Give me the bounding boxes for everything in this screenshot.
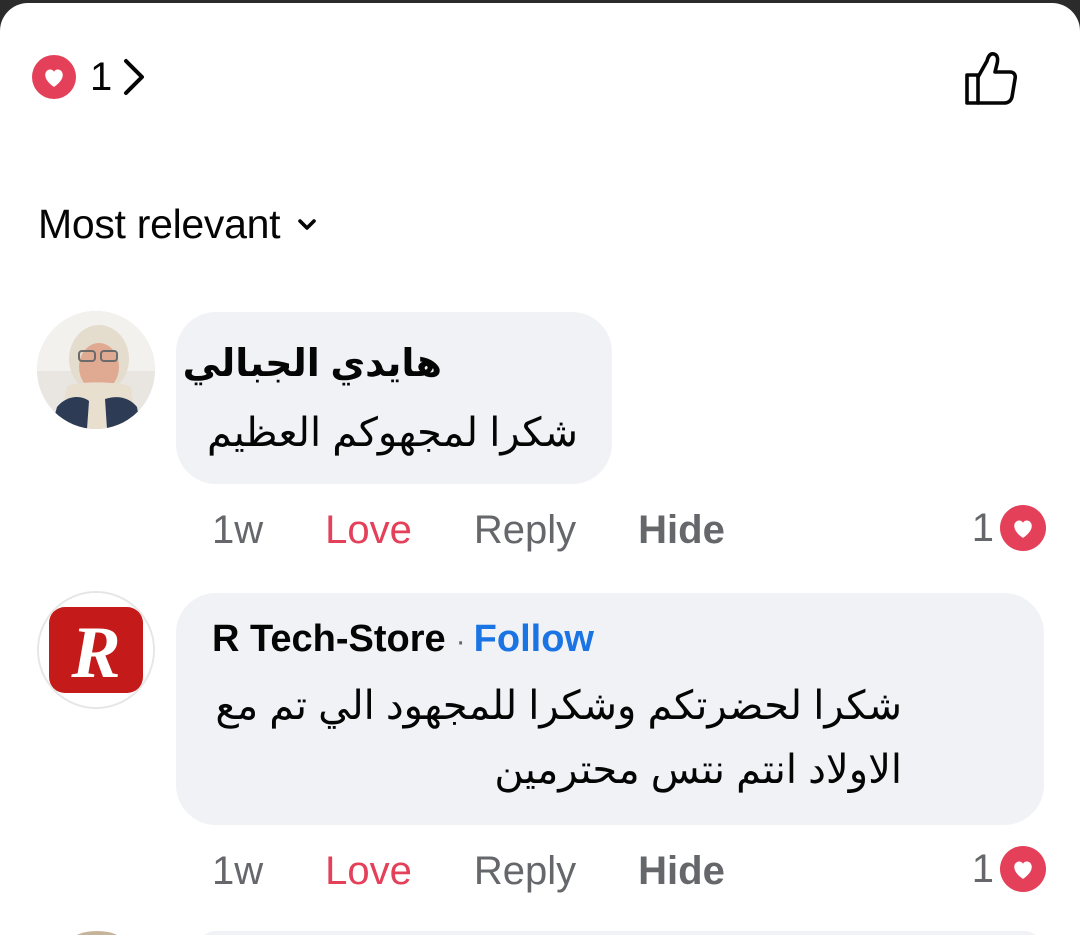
reaction-summary-button[interactable]: 1: [32, 51, 148, 103]
chevron-down-icon: [298, 219, 317, 230]
reply-button[interactable]: Reply: [474, 508, 576, 553]
separator-dot: ·: [455, 625, 466, 658]
reaction-count: 1: [90, 54, 113, 99]
comment-author-line: R Tech-Store · Follow: [212, 618, 594, 661]
comment-text-line: شكرا لمجهوكم العظيم: [206, 411, 578, 455]
heart-icon: [32, 55, 76, 99]
follow-button[interactable]: Follow: [474, 618, 594, 660]
comment-reaction-count: 1: [971, 505, 994, 550]
like-button[interactable]: [955, 43, 1025, 113]
hide-button[interactable]: Hide: [638, 849, 725, 894]
comment-text-line: الاولاد انتم نتس محترمين: [494, 748, 902, 792]
comment-author[interactable]: هايدي الجبالي: [183, 341, 442, 386]
comment-text: شكرا لحضرتكم وشكرا للمجهود الي تم مع الا…: [212, 674, 902, 802]
reactions-header: 1: [0, 3, 1080, 153]
comment-text-line: شكرا لحضرتكم وشكرا للمجهود الي تم مع: [215, 684, 902, 728]
comment-actions: 1w Love Reply Hide: [212, 502, 787, 558]
chevron-right-icon: [124, 59, 145, 95]
comment-timestamp: 1w: [212, 507, 264, 552]
heart-icon: [1000, 505, 1046, 551]
comment-reaction-count: 1: [971, 846, 994, 891]
next-comment-bubble[interactable]: [196, 931, 1044, 935]
avatar[interactable]: [37, 311, 155, 429]
thumbs-up-icon: [965, 52, 1018, 105]
svg-text:R: R: [70, 612, 120, 694]
comment-actions: 1w Love Reply Hide: [212, 843, 787, 899]
love-button[interactable]: Love: [325, 508, 412, 553]
comment-reactions[interactable]: 1: [972, 841, 1046, 897]
love-button[interactable]: Love: [325, 849, 412, 894]
next-comment-avatar[interactable]: [72, 931, 122, 935]
comment-timestamp: 1w: [212, 848, 264, 893]
sort-dropdown[interactable]: Most relevant: [38, 196, 318, 252]
sort-label: Most relevant: [38, 200, 281, 247]
avatar[interactable]: R: [37, 591, 155, 709]
comment-author[interactable]: R Tech-Store: [212, 618, 446, 660]
heart-icon: [1000, 846, 1046, 892]
reply-button[interactable]: Reply: [474, 849, 576, 894]
comment-reactions[interactable]: 1: [972, 500, 1046, 556]
comment-text: شكرا لمجهوكم العظيم: [206, 401, 578, 465]
comments-sheet: 1 Most relevant هايدي الجبالي شكرا لمجهو…: [0, 3, 1080, 935]
hide-button[interactable]: Hide: [638, 508, 725, 553]
